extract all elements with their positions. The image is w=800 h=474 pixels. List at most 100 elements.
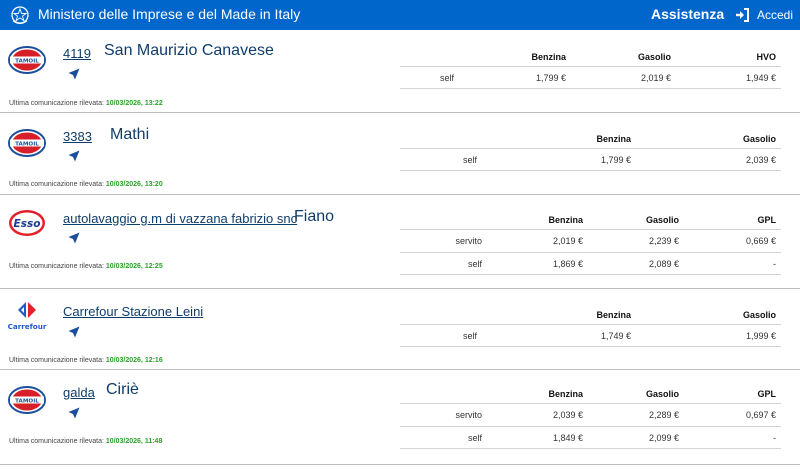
price-row: self 1,799 € 2,039 € bbox=[400, 148, 781, 171]
fuel-header: Gasolio bbox=[637, 52, 671, 62]
price-cell: 1,749 € bbox=[600, 331, 631, 341]
station-code-link[interactable]: Carrefour Stazione Leini bbox=[63, 304, 203, 319]
help-link[interactable]: Assistenza bbox=[651, 6, 724, 22]
fuel-header: HVO bbox=[756, 52, 776, 62]
fuel-header: Gasolio bbox=[742, 134, 776, 144]
station-card: TAMOIL 4119 San Maurizio Canavese Ultima… bbox=[0, 30, 800, 113]
price-cell: 2,089 € bbox=[648, 259, 679, 269]
price-table: Benzina Gasolio HVO self 1,799 € 2,019 €… bbox=[400, 46, 781, 89]
esso-logo-icon: Esso bbox=[9, 210, 45, 236]
station-card: Esso autolavaggio g.m di vazzana fabrizi… bbox=[0, 195, 800, 289]
station-card: TAMOIL galda Ciriè Ultima comunicazione … bbox=[0, 370, 800, 465]
login-label: Accedi bbox=[757, 8, 794, 22]
navigate-arrow-icon[interactable] bbox=[68, 150, 80, 162]
price-row: self 1,749 € 1,999 € bbox=[400, 324, 781, 347]
price-cell: 1,849 € bbox=[552, 433, 583, 443]
service-type: self bbox=[439, 73, 454, 83]
service-type: self bbox=[467, 259, 482, 269]
last-communication-time: 10/03/2026, 12:25 bbox=[105, 263, 163, 270]
italian-republic-emblem-icon[interactable] bbox=[10, 4, 30, 26]
last-communication: Ultima comunicazione rilevata: 10/03/202… bbox=[9, 100, 163, 107]
login-button[interactable]: Accedi bbox=[735, 7, 793, 23]
station-city: San Maurizio Canavese bbox=[104, 42, 274, 59]
price-table-header: Benzina Gasolio HVO bbox=[400, 46, 781, 66]
last-communication-time: 10/03/2026, 11:48 bbox=[105, 438, 163, 445]
price-cell: 2,289 € bbox=[648, 410, 679, 420]
fuel-header: Gasolio bbox=[742, 310, 776, 320]
price-table: Benzina Gasolio GPL servito 2,019 € 2,23… bbox=[400, 209, 781, 275]
service-type: self bbox=[462, 331, 477, 341]
price-cell: 1,999 € bbox=[745, 331, 776, 341]
last-communication-time: 10/03/2026, 12:16 bbox=[105, 357, 163, 364]
navigate-arrow-icon[interactable] bbox=[68, 232, 80, 244]
last-communication: Ultima comunicazione rilevata: 10/03/202… bbox=[9, 357, 163, 364]
price-cell: 2,039 € bbox=[552, 410, 583, 420]
tamoil-logo-icon: TAMOIL bbox=[8, 129, 46, 157]
price-table: Benzina Gasolio self 1,799 € 2,039 € bbox=[400, 128, 781, 171]
last-communication: Ultima comunicazione rilevata: 10/03/202… bbox=[9, 438, 163, 445]
price-cell: 2,019 € bbox=[640, 73, 671, 83]
price-table-header: Benzina Gasolio bbox=[400, 304, 781, 324]
last-communication: Ultima comunicazione rilevata: 10/03/202… bbox=[9, 263, 163, 270]
sign-in-icon bbox=[736, 8, 749, 22]
station-code-link[interactable]: autolavaggio g.m di vazzana fabrizio snc bbox=[63, 211, 297, 226]
tamoil-logo-text: TAMOIL bbox=[15, 398, 39, 404]
esso-logo-text: Esso bbox=[14, 218, 41, 230]
fuel-header: Benzina bbox=[596, 310, 631, 320]
carrefour-logo-text: Carrefour bbox=[8, 322, 47, 331]
price-cell: 0,669 € bbox=[745, 236, 776, 246]
fuel-header: GPL bbox=[757, 389, 776, 399]
price-row: servito 2,019 € 2,239 € 0,669 € bbox=[400, 229, 781, 252]
tamoil-logo-text: TAMOIL bbox=[15, 141, 39, 147]
tamoil-logo-text: TAMOIL bbox=[15, 58, 39, 64]
last-communication-time: 10/03/2026, 13:20 bbox=[105, 181, 163, 188]
fuel-header: Gasolio bbox=[645, 215, 679, 225]
navigate-arrow-icon[interactable] bbox=[68, 326, 80, 338]
fuel-header: Benzina bbox=[548, 215, 583, 225]
service-type: self bbox=[462, 155, 477, 165]
price-cell: 2,019 € bbox=[552, 236, 583, 246]
price-cell: 1,949 € bbox=[745, 73, 776, 83]
price-table: Benzina Gasolio GPL servito 2,039 € 2,28… bbox=[400, 383, 781, 449]
station-city: Fiano bbox=[294, 208, 335, 225]
fuel-header: GPL bbox=[757, 215, 776, 225]
station-code-link[interactable]: 4119 bbox=[63, 46, 91, 61]
price-cell: 2,099 € bbox=[648, 433, 679, 443]
station-code-link[interactable]: galda bbox=[63, 385, 95, 400]
price-table: Benzina Gasolio self 1,749 € 1,999 € bbox=[400, 304, 781, 347]
last-communication-time: 10/03/2026, 13:22 bbox=[105, 100, 163, 107]
station-card: Carrefour Carrefour Stazione Leini Ultim… bbox=[0, 289, 800, 370]
station-card: TAMOIL 3383 Mathi Ultima comunicazione r… bbox=[0, 113, 800, 195]
price-row: servito 2,039 € 2,289 € 0,697 € bbox=[400, 403, 781, 426]
price-cell: - bbox=[773, 433, 776, 443]
station-code-link[interactable]: 3383 bbox=[63, 129, 92, 144]
last-communication: Ultima comunicazione rilevata: 10/03/202… bbox=[9, 181, 163, 188]
price-row: self 1,849 € 2,099 € - bbox=[400, 426, 781, 449]
service-type: servito bbox=[455, 410, 482, 420]
fuel-header: Benzina bbox=[531, 52, 566, 62]
price-table-header: Benzina Gasolio bbox=[400, 128, 781, 148]
price-cell: 0,697 € bbox=[745, 410, 776, 420]
price-cell: 2,239 € bbox=[648, 236, 679, 246]
price-row: self 1,799 € 2,019 € 1,949 € bbox=[400, 66, 781, 89]
price-cell: - bbox=[773, 259, 776, 269]
station-city: Mathi bbox=[110, 126, 150, 143]
service-type: self bbox=[467, 433, 482, 443]
navigate-arrow-icon[interactable] bbox=[68, 407, 80, 419]
price-table-header: Benzina Gasolio GPL bbox=[400, 383, 781, 403]
price-cell: 1,799 € bbox=[535, 73, 566, 83]
fuel-header: Benzina bbox=[596, 134, 631, 144]
ministry-title[interactable]: Ministero delle Imprese e del Made in It… bbox=[38, 6, 300, 22]
tamoil-logo-icon: TAMOIL bbox=[8, 46, 46, 74]
price-cell: 2,039 € bbox=[745, 155, 776, 165]
price-cell: 1,869 € bbox=[552, 259, 583, 269]
navigate-arrow-icon[interactable] bbox=[68, 68, 80, 80]
price-row: self 1,869 € 2,089 € - bbox=[400, 252, 781, 275]
fuel-header: Benzina bbox=[548, 389, 583, 399]
service-type: servito bbox=[455, 236, 482, 246]
price-table-header: Benzina Gasolio GPL bbox=[400, 209, 781, 229]
top-bar: Ministero delle Imprese e del Made in It… bbox=[0, 0, 800, 30]
tamoil-logo-icon: TAMOIL bbox=[8, 386, 46, 414]
fuel-header: Gasolio bbox=[645, 389, 679, 399]
price-cell: 1,799 € bbox=[600, 155, 631, 165]
